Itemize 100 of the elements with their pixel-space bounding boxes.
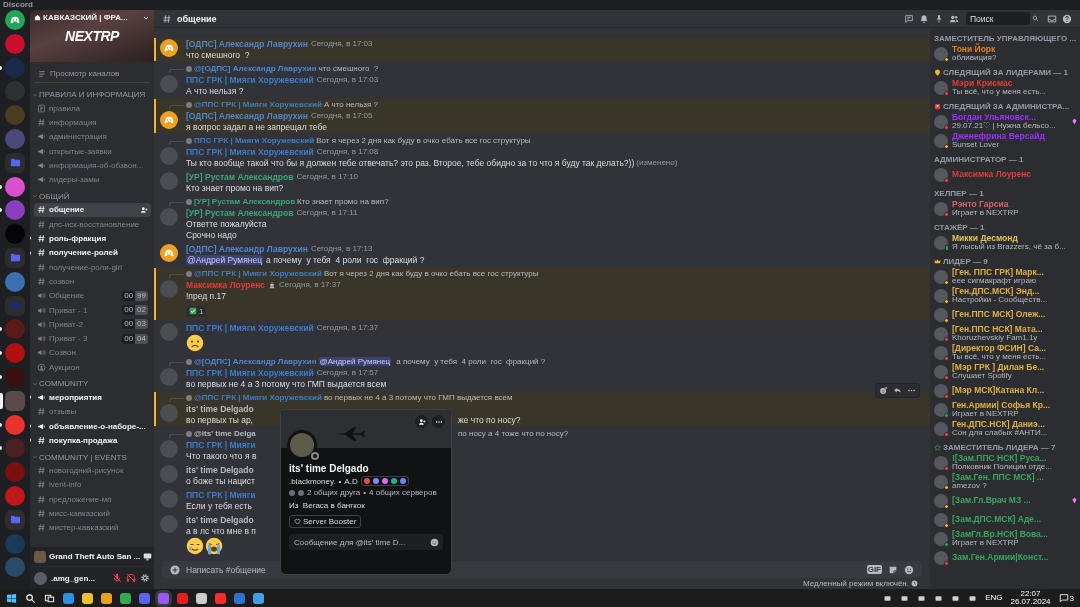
- inbox-icon[interactable]: [1047, 13, 1057, 24]
- server-icon[interactable]: [5, 343, 25, 364]
- channel-item[interactable]: роль-фракция: [34, 231, 151, 246]
- member-avatar[interactable]: [934, 402, 948, 417]
- server-icon[interactable]: [5, 271, 25, 292]
- microphone-icon[interactable]: [112, 573, 122, 583]
- channel-item[interactable]: общение: [34, 202, 151, 218]
- channel-item[interactable]: открытые-заявки: [34, 143, 151, 159]
- help-icon[interactable]: [1062, 13, 1072, 24]
- member-avatar[interactable]: [934, 474, 948, 489]
- reply-author[interactable]: @[ОДПС] Александр Лаврухин: [194, 357, 317, 366]
- profile-badge-icon[interactable]: [363, 478, 370, 484]
- notification-icon[interactable]: [1058, 593, 1069, 603]
- channel-item[interactable]: информация: [34, 115, 151, 130]
- taskbar-app-icon[interactable]: [120, 592, 131, 604]
- author-name[interactable]: [УР] Рустам Александров: [186, 171, 294, 182]
- home-button[interactable]: [5, 10, 25, 30]
- author-name[interactable]: ППС ГРК | Мияги: [186, 439, 256, 450]
- member-avatar[interactable]: [934, 550, 948, 565]
- author-name[interactable]: its' time Delgado: [186, 514, 254, 525]
- user-mention[interactable]: @Андрей Румянец: [318, 357, 392, 366]
- server-icon[interactable]: [5, 414, 25, 435]
- member-avatar[interactable]: [934, 493, 948, 508]
- browse-channels-item[interactable]: Просмотр каналов: [34, 65, 150, 83]
- channel-item[interactable]: объявление-о-наборе-...: [34, 418, 151, 434]
- member-avatar[interactable]: [934, 512, 948, 527]
- member-avatar[interactable]: [934, 307, 948, 322]
- member-avatar[interactable]: [934, 421, 948, 436]
- member-avatar[interactable]: [934, 114, 948, 129]
- member-name[interactable]: [Ген.ДПС.МСК] Энд...: [952, 286, 1078, 296]
- channel-item[interactable]: информация-об-обзвон...: [34, 158, 151, 173]
- profile-badge-icon[interactable]: [381, 478, 388, 484]
- channel-item[interactable]: мероприятия: [34, 390, 151, 405]
- reply-text[interactable]: А что нельзя ?: [323, 100, 379, 109]
- server-icon[interactable]: [5, 200, 25, 221]
- mutual-servers[interactable]: 4 общих серверов: [369, 488, 437, 497]
- member-name[interactable]: [Ген.ППС МСК] Олеж...: [952, 309, 1078, 320]
- user-avatar[interactable]: [160, 39, 178, 57]
- channel-item[interactable]: мисс-кавказский: [34, 506, 151, 521]
- windows-icon[interactable]: [6, 592, 17, 604]
- member-avatar[interactable]: [934, 531, 948, 546]
- member-avatar[interactable]: [934, 80, 948, 95]
- member-avatar[interactable]: [934, 167, 948, 182]
- member-avatar[interactable]: [934, 326, 948, 341]
- server-folder[interactable]: [5, 247, 25, 268]
- category-header[interactable]: ПРАВИЛА И ИНФОРМАЦИЯ: [30, 88, 154, 101]
- invite-icon[interactable]: [140, 205, 148, 214]
- author-name[interactable]: ППС ГРК | Мияги Хоружевский: [186, 74, 314, 85]
- taskview-icon[interactable]: [44, 592, 55, 604]
- author-name[interactable]: [УР] Рустам Александров: [186, 207, 294, 218]
- server-icon[interactable]: [5, 176, 25, 197]
- server-folder[interactable]: [5, 509, 25, 530]
- add-icon[interactable]: [170, 564, 180, 575]
- members-icon[interactable]: [949, 13, 959, 24]
- member-name[interactable]: Максимка Лоуренс: [952, 169, 1078, 180]
- profile-badge-icon[interactable]: [390, 478, 397, 484]
- channel-item[interactable]: новогодний-рисунок: [34, 463, 151, 478]
- member-avatar[interactable]: [934, 46, 948, 61]
- taskbar-app-icon[interactable]: [82, 592, 93, 604]
- profile-badge-icon[interactable]: [399, 478, 406, 484]
- member-avatar[interactable]: [934, 201, 948, 216]
- sticker-icon[interactable]: [888, 564, 898, 575]
- author-name[interactable]: ППС ГРК | Мияги Хоружевский: [186, 322, 314, 333]
- reply-text[interactable]: что смешного ?: [318, 64, 379, 73]
- channel-item[interactable]: Приват - 1 00 02: [34, 302, 151, 318]
- reply-text[interactable]: Вот я через 2 дня как буду в очко ебать все гос структуры: [316, 136, 531, 145]
- mutual-friends[interactable]: 2 общих друга: [307, 488, 361, 497]
- channel-item[interactable]: покупка-продажа: [34, 433, 151, 448]
- reply-author[interactable]: @ППС ГРК | Мияги Хоружевский: [194, 269, 322, 278]
- member-avatar[interactable]: [934, 455, 948, 470]
- member-name[interactable]: Тони Йорк: [952, 44, 1078, 54]
- member-name[interactable]: Зам.Ген.Армии|Конст...: [952, 552, 1078, 563]
- member-avatar[interactable]: [934, 383, 948, 398]
- clock-time[interactable]: 22:07: [1020, 589, 1041, 598]
- user-avatar[interactable]: [160, 111, 178, 129]
- member-avatar[interactable]: [934, 269, 948, 284]
- reply-author[interactable]: ППС ГРК | Мияги Хоружевский: [194, 136, 315, 145]
- bell-icon[interactable]: [919, 13, 929, 24]
- member-name[interactable]: Рэнто Гарсиа: [952, 199, 1078, 209]
- headphones-icon[interactable]: [126, 573, 136, 583]
- taskbar-app-icon[interactable]: [101, 592, 112, 604]
- reply-author[interactable]: [УР] Рустам Александров: [194, 197, 296, 206]
- channel-item[interactable]: созвон: [34, 274, 151, 289]
- member-name[interactable]: [Зам.Ген. ППС МСК] ...: [952, 472, 1078, 482]
- search-field[interactable]: Поиск: [966, 12, 1030, 25]
- member-name[interactable]: [ЗамГл.Вр.НСК] Вова...: [952, 529, 1078, 539]
- reaction-chip[interactable]: 1: [186, 305, 207, 317]
- member-name[interactable]: Мэри Крисмас: [952, 78, 1078, 88]
- member-name[interactable]: [Мэр МСК]Катана Кл...: [952, 385, 1078, 396]
- channel-item[interactable]: Общение 00 99: [34, 288, 151, 303]
- user-mention[interactable]: @Андрей Румянец: [186, 254, 264, 265]
- reply-author[interactable]: @ППС ГРК | Мияги Хоружевский: [194, 100, 322, 109]
- taskbar-app-icon[interactable]: [215, 592, 226, 604]
- channel-item[interactable]: правила: [34, 101, 151, 116]
- channel-item[interactable]: Приват-2 00 03: [34, 317, 151, 332]
- language-indicator[interactable]: ENG: [985, 593, 1003, 603]
- user-avatar[interactable]: [160, 244, 178, 262]
- author-name[interactable]: its' time Delgado: [186, 464, 254, 475]
- server-name[interactable]: КАВКАЗСКИЙ | ФРА...: [43, 13, 140, 22]
- member-avatar[interactable]: [934, 133, 948, 148]
